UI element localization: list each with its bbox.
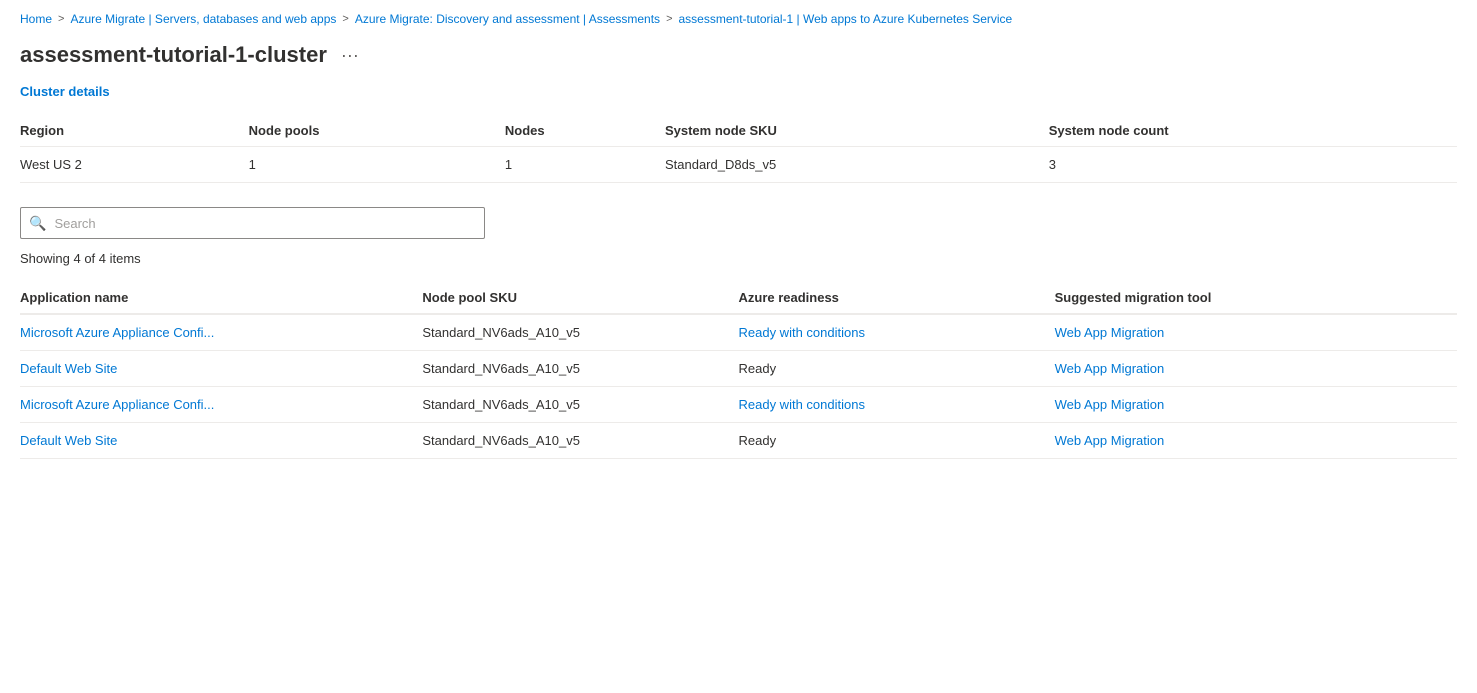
migration-tool-link[interactable]: Web App Migration <box>1055 433 1165 448</box>
cell-migration-tool: Web App Migration <box>1055 387 1457 423</box>
breadcrumb-sep-3: > <box>666 13 672 25</box>
apps-col-header-name: Application name <box>20 282 422 314</box>
cell-node-pools: 1 <box>249 147 505 183</box>
cluster-details-title[interactable]: Cluster details <box>20 84 1457 99</box>
app-name-link[interactable]: Default Web Site <box>20 433 117 448</box>
search-box[interactable]: 🔍 <box>20 207 485 239</box>
col-header-region: Region <box>20 115 249 147</box>
migration-tool-link[interactable]: Web App Migration <box>1055 325 1165 340</box>
cell-node-pool-sku: Standard_NV6ads_A10_v5 <box>422 314 738 351</box>
search-icon: 🔍 <box>29 215 46 232</box>
search-container: 🔍 <box>20 207 1457 239</box>
col-header-nodes: Nodes <box>505 115 665 147</box>
cell-readiness: Ready <box>738 351 1054 387</box>
main-content: Cluster details Region Node pools Nodes … <box>0 84 1477 459</box>
apps-col-header-migration-tool: Suggested migration tool <box>1055 282 1457 314</box>
table-row: Default Web Site Standard_NV6ads_A10_v5Re… <box>20 423 1457 459</box>
cluster-details-section: Cluster details Region Node pools Nodes … <box>20 84 1457 183</box>
cell-region: West US 2 <box>20 147 249 183</box>
breadcrumb-sep-1: > <box>58 13 64 25</box>
cluster-details-row: West US 2 1 1 Standard_D8ds_v5 3 <box>20 147 1457 183</box>
col-header-system-node-count: System node count <box>1049 115 1457 147</box>
cell-migration-tool: Web App Migration <box>1055 423 1457 459</box>
col-header-system-node-sku: System node SKU <box>665 115 1049 147</box>
cell-node-pool-sku: Standard_NV6ads_A10_v5 <box>422 423 738 459</box>
col-header-node-pools: Node pools <box>249 115 505 147</box>
cell-readiness: Ready with conditions <box>738 387 1054 423</box>
page-title: assessment-tutorial-1-cluster <box>20 42 327 68</box>
table-row: Microsoft Azure Appliance Confi... Standa… <box>20 387 1457 423</box>
breadcrumb-home[interactable]: Home <box>20 12 52 26</box>
apps-col-header-readiness: Azure readiness <box>738 282 1054 314</box>
apps-table: Application name Node pool SKU Azure rea… <box>20 282 1457 459</box>
cell-readiness: Ready <box>738 423 1054 459</box>
app-name-link[interactable]: Microsoft Azure Appliance Confi... <box>20 397 214 412</box>
cell-node-pool-sku: Standard_NV6ads_A10_v5 <box>422 387 738 423</box>
breadcrumb-assessment[interactable]: assessment-tutorial-1 | Web apps to Azur… <box>679 12 1013 26</box>
cell-system-node-sku: Standard_D8ds_v5 <box>665 147 1049 183</box>
search-input[interactable] <box>54 216 476 231</box>
breadcrumb-discovery[interactable]: Azure Migrate: Discovery and assessment … <box>355 12 660 26</box>
app-name-link[interactable]: Default Web Site <box>20 361 117 376</box>
app-name-link[interactable]: Microsoft Azure Appliance Confi... <box>20 325 214 340</box>
cell-readiness: Ready with conditions <box>738 314 1054 351</box>
table-row: Microsoft Azure Appliance Confi... Standa… <box>20 314 1457 351</box>
breadcrumb-azure-migrate[interactable]: Azure Migrate | Servers, databases and w… <box>70 12 336 26</box>
migration-tool-link[interactable]: Web App Migration <box>1055 397 1165 412</box>
cell-migration-tool: Web App Migration <box>1055 314 1457 351</box>
breadcrumb: Home > Azure Migrate | Servers, database… <box>0 0 1477 34</box>
ellipsis-button[interactable]: ··· <box>335 43 365 68</box>
migration-tool-link[interactable]: Web App Migration <box>1055 361 1165 376</box>
table-row: Default Web Site Standard_NV6ads_A10_v5Re… <box>20 351 1457 387</box>
cell-nodes: 1 <box>505 147 665 183</box>
cell-migration-tool: Web App Migration <box>1055 351 1457 387</box>
breadcrumb-sep-2: > <box>342 13 348 25</box>
page-header: assessment-tutorial-1-cluster ··· <box>0 34 1477 84</box>
apps-col-header-pool-sku: Node pool SKU <box>422 282 738 314</box>
cell-system-node-count: 3 <box>1049 147 1457 183</box>
readiness-link[interactable]: Ready with conditions <box>738 325 864 340</box>
showing-text: Showing 4 of 4 items <box>20 251 1457 266</box>
readiness-link[interactable]: Ready with conditions <box>738 397 864 412</box>
cell-node-pool-sku: Standard_NV6ads_A10_v5 <box>422 351 738 387</box>
cluster-details-table: Region Node pools Nodes System node SKU … <box>20 115 1457 183</box>
